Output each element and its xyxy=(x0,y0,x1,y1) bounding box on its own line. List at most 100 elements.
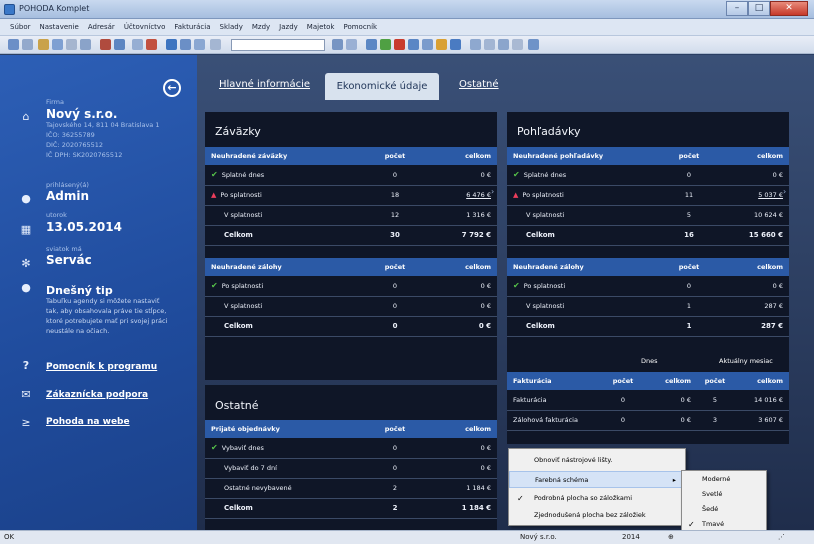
menu-fakturacia[interactable]: Fakturácia xyxy=(174,23,210,31)
column-header: počet xyxy=(697,372,733,390)
menu-jazdy[interactable]: Jazdy xyxy=(279,23,298,31)
table-row[interactable]: V splatnosti 12 1 316 € xyxy=(205,205,497,226)
table-row[interactable]: ✔ Vybaviť dnes 0 0 € xyxy=(205,438,497,459)
toolbar-icon[interactable] xyxy=(332,39,343,50)
toolbar-icon[interactable] xyxy=(38,39,49,50)
table-row[interactable]: Vybaviť do 7 dní 0 0 € xyxy=(205,458,497,479)
toolbar-icon[interactable] xyxy=(380,39,391,50)
row-label: Celkom xyxy=(507,316,659,337)
user-icon: ● xyxy=(21,192,31,205)
toolbar-icon[interactable] xyxy=(394,39,405,50)
firm-ico: IČO: 36255789 xyxy=(46,131,95,139)
gear-icon: ✻ xyxy=(21,257,31,270)
table-row[interactable]: V splatnosti 0 0 € xyxy=(205,296,497,317)
toolbar-icon[interactable] xyxy=(194,39,205,50)
color-scheme-submenu: Moderné Svetlé Šedé ✓ Tmavé xyxy=(681,470,767,532)
toolbar-icon[interactable] xyxy=(52,39,63,50)
maximize-button[interactable]: □ xyxy=(748,1,770,16)
row-count: 30 xyxy=(363,225,427,246)
menu-adresar[interactable]: Adresár xyxy=(88,23,115,31)
menu-item-refresh-toolbars[interactable]: Obnoviť nástrojové lišty. xyxy=(509,452,685,469)
overdue-amount-link[interactable]: 6 476 € xyxy=(466,191,491,199)
scheme-grey[interactable]: Šedé xyxy=(682,502,766,517)
menu-mzdy[interactable]: Mzdy xyxy=(252,23,270,31)
toolbar-icon[interactable] xyxy=(346,39,357,50)
row-count: 0 xyxy=(363,458,427,479)
table-row[interactable]: V splatnosti 1 287 € xyxy=(507,296,789,317)
row-count: 2 xyxy=(363,498,427,519)
menu-pomocnik[interactable]: Pomocník xyxy=(343,23,377,31)
close-button[interactable]: ✕ xyxy=(770,1,808,16)
toolbar-search-input[interactable] xyxy=(231,39,325,51)
link-support[interactable]: Zákaznícka podpora xyxy=(46,390,148,400)
table-row-total: Celkom 0 0 € xyxy=(205,316,497,337)
toolbar-icon[interactable] xyxy=(436,39,447,50)
menu-nastavenie[interactable]: Nastavenie xyxy=(39,23,78,31)
window-title: POHODA Komplet xyxy=(19,4,90,13)
menu-item-label: Farebná schéma xyxy=(535,476,589,484)
toolbar-icon[interactable] xyxy=(22,39,33,50)
chevron-right-icon[interactable]: › xyxy=(491,187,494,196)
row-label: Ostatné nevybavené xyxy=(205,478,363,499)
row-count: 0 xyxy=(659,276,719,297)
table-row[interactable]: ✔ Po splatnosti 0 0 € xyxy=(507,276,789,297)
toolbar-icon[interactable] xyxy=(484,39,495,50)
menu-item-detailed-desktop[interactable]: ✓ Podrobná plocha so záložkami xyxy=(509,490,685,507)
toolbar-icon[interactable] xyxy=(528,39,539,50)
tab-main-info[interactable]: Hlavné informácie xyxy=(219,79,310,90)
table-row[interactable]: Zálohová fakturácia 0 0 € 3 3 607 € xyxy=(507,410,789,431)
toolbar-icon[interactable] xyxy=(366,39,377,50)
toolbar-icon[interactable] xyxy=(8,39,19,50)
table-row[interactable]: Ostatné nevybavené 2 1 184 € xyxy=(205,478,497,499)
table-row[interactable]: ✔ Splatné dnes 0 0 € xyxy=(507,165,789,186)
table-row[interactable]: ▲ Po splatnosti 11 5 037 € xyxy=(507,185,789,206)
menu-uctovnictvo[interactable]: Účtovníctvo xyxy=(124,23,166,31)
resize-grip-icon[interactable]: ⋰ xyxy=(778,533,785,541)
table-row[interactable]: Fakturácia 0 0 € 5 14 016 € xyxy=(507,390,789,411)
status-text: OK xyxy=(4,533,15,541)
toolbar-icon[interactable] xyxy=(498,39,509,50)
link-help[interactable]: Pomocník k programu xyxy=(46,362,157,372)
check-icon: ✔ xyxy=(513,170,520,180)
tip-line: Tabuľku agendy si môžete nastaviť xyxy=(46,297,160,305)
table-row[interactable]: V splatnosti 5 10 624 € xyxy=(507,205,789,226)
minimize-button[interactable]: – xyxy=(726,1,748,16)
row-total: 0 € xyxy=(643,410,697,431)
check-icon: ✔ xyxy=(211,443,218,453)
menu-item-color-scheme[interactable]: Farebná schéma ▸ xyxy=(509,471,685,488)
toolbar-icon[interactable] xyxy=(80,39,91,50)
chevron-right-icon[interactable]: › xyxy=(783,187,786,196)
back-arrow-icon[interactable]: ← xyxy=(163,79,181,97)
column-header: počet xyxy=(659,147,719,165)
toolbar-icon[interactable] xyxy=(146,39,157,50)
toolbar-icon[interactable] xyxy=(66,39,77,50)
toolbar-icon[interactable] xyxy=(166,39,177,50)
menu-majetok[interactable]: Majetok xyxy=(307,23,335,31)
toolbar-icon[interactable] xyxy=(450,39,461,50)
menu-subor[interactable]: Súbor xyxy=(10,23,30,31)
tab-other[interactable]: Ostatné xyxy=(459,79,499,90)
tab-economic-data[interactable]: Ekonomické údaje xyxy=(325,73,439,100)
row-label: V splatnosti xyxy=(205,296,363,317)
toolbar-icon[interactable] xyxy=(422,39,433,50)
table-row[interactable]: ✔ Po splatnosti 0 0 € xyxy=(205,276,497,297)
toolbar-icon[interactable] xyxy=(408,39,419,50)
window-controls: – □ ✕ xyxy=(726,1,808,16)
table-row[interactable]: ▲ Po splatnosti 18 6 476 € xyxy=(205,185,497,206)
scheme-light[interactable]: Svetlé xyxy=(682,487,766,502)
toolbar-icon[interactable] xyxy=(114,39,125,50)
link-web[interactable]: Pohoda na webe xyxy=(46,417,130,427)
overdue-amount-link[interactable]: 5 037 € xyxy=(758,191,783,199)
toolbar-icon[interactable] xyxy=(512,39,523,50)
toolbar-icon[interactable] xyxy=(100,39,111,50)
toolbar-icon[interactable] xyxy=(132,39,143,50)
liabilities-panel: Záväzky Neuhradené záväzky počet celkom … xyxy=(205,112,497,380)
toolbar-icon[interactable] xyxy=(470,39,481,50)
toolbar-icon[interactable] xyxy=(180,39,191,50)
scheme-modern[interactable]: Moderné xyxy=(682,472,766,487)
menu-item-simplified-desktop[interactable]: Zjednodušená plocha bez záložiek xyxy=(509,507,685,524)
table-row[interactable]: ✔ Splatné dnes 0 0 € xyxy=(205,165,497,186)
menu-sklady[interactable]: Sklady xyxy=(220,23,243,31)
status-year: 2014 xyxy=(622,533,640,541)
toolbar-icon[interactable] xyxy=(210,39,221,50)
